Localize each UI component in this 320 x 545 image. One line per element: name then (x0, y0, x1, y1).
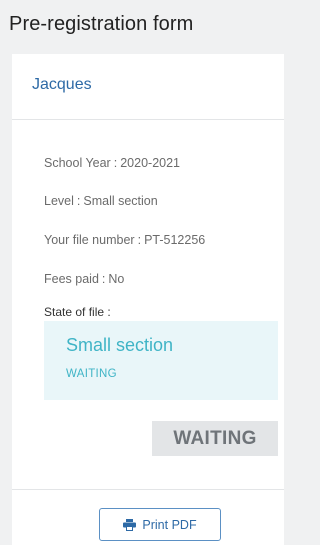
file-number-field: Your file number: PT-512256 (44, 233, 206, 247)
state-of-file-label: State of file : (44, 305, 111, 319)
status-badge: WAITING (152, 421, 278, 456)
printer-icon (123, 518, 137, 531)
state-of-file-box: Small section WAITING (44, 321, 278, 400)
file-number-value: PT-512256 (144, 233, 206, 247)
fees-paid-label: Fees paid (44, 272, 99, 286)
school-year-value: 2020-2021 (120, 156, 180, 170)
school-year-field: School Year:2020-2021 (44, 156, 180, 170)
school-year-label: School Year (44, 156, 111, 170)
fees-paid-field: Fees paid: No (44, 272, 125, 286)
print-pdf-button[interactable]: Print PDF (99, 508, 221, 541)
card-divider-top (12, 119, 284, 120)
student-name: Jacques (32, 76, 92, 93)
fees-paid-value: No (108, 272, 125, 286)
level-label: Level (44, 194, 74, 208)
level-field: Level: Small section (44, 194, 158, 208)
state-level: Small section (66, 335, 174, 355)
registration-card (12, 54, 284, 545)
card-divider-bottom (12, 489, 284, 490)
print-pdf-label: Print PDF (142, 517, 197, 532)
state-status: WAITING (66, 368, 117, 380)
level-value: Small section (83, 194, 158, 208)
page-title: Pre-registration form (9, 13, 194, 35)
file-number-label: Your file number (44, 233, 135, 247)
